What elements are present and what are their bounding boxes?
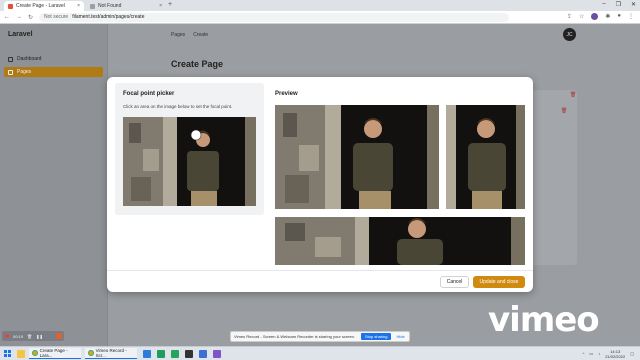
breadcrumb-pages[interactable]: Pages xyxy=(171,32,185,38)
minimize-button[interactable]: – xyxy=(602,1,605,8)
file-explorer-icon[interactable] xyxy=(17,349,25,358)
screen-share-bar: Vimeo Record - Screen & Webcam Recorder … xyxy=(230,331,410,342)
hide-button[interactable]: Hide xyxy=(396,334,404,339)
modal-footer-divider xyxy=(107,270,533,271)
vscode-icon[interactable] xyxy=(143,349,151,358)
new-tab-button[interactable]: + xyxy=(168,1,172,8)
preview-image-wide xyxy=(275,105,439,209)
chevron-up-icon[interactable]: ^ xyxy=(583,351,585,356)
forward-icon[interactable]: → xyxy=(16,14,22,20)
system-tray: ^ ▭ ♪ 14:13 21/02/2022 ▢ xyxy=(583,349,634,359)
not-secure-label[interactable]: Not secure xyxy=(44,14,68,20)
maximize-button[interactable]: ❐ xyxy=(616,1,621,8)
puzzle-icon[interactable]: ✱ xyxy=(605,13,610,20)
tab-title: Not Found xyxy=(98,3,122,9)
spreadsheet-icon[interactable] xyxy=(171,349,179,358)
pause-icon[interactable]: ❚❚ xyxy=(36,334,43,339)
close-tab-icon[interactable]: × xyxy=(77,3,80,9)
stop-sharing-button[interactable]: Stop sharing xyxy=(361,333,392,340)
reload-icon[interactable]: ↻ xyxy=(28,14,33,21)
tab-title: Create Page - Laravel xyxy=(16,3,65,9)
taskbar: Create Page - Lara... Vimeo Record - Scr… xyxy=(0,346,640,360)
star-icon[interactable]: ☆ xyxy=(579,13,584,20)
avatar[interactable]: JC xyxy=(563,28,576,41)
app-icon[interactable] xyxy=(213,349,221,358)
back-icon[interactable]: ← xyxy=(4,14,10,20)
stop-recording-icon[interactable] xyxy=(56,333,62,339)
url-text: filament.test/admin/pages/create xyxy=(72,14,145,20)
chrome-icon xyxy=(32,350,38,356)
terminal-icon[interactable] xyxy=(185,349,193,358)
trash-icon[interactable]: 🗑 xyxy=(561,108,567,114)
focal-point-modal: Focal point picker Click an area on the … xyxy=(107,77,533,292)
network-icon[interactable]: ▭ xyxy=(589,351,593,356)
trash-icon[interactable]: 🗑 xyxy=(27,334,32,339)
sidebar-item-label: Dashboard xyxy=(17,56,42,62)
trash-icon[interactable]: 🗑 xyxy=(570,92,576,98)
browser-tab-bar: Create Page - Laravel × Not Found × + – … xyxy=(0,0,640,11)
focal-point-image[interactable] xyxy=(123,117,256,206)
tab-create-page[interactable]: Create Page - Laravel × xyxy=(4,1,84,11)
picker-title: Focal point picker xyxy=(123,91,175,97)
preview-title: Preview xyxy=(275,91,298,97)
update-and-close-button[interactable]: Update and close xyxy=(473,276,525,288)
chrome-icon xyxy=(88,350,94,356)
vimeo-watermark: vimeo xyxy=(488,300,600,340)
address-bar: ← → ↻ Not secure filament.test/admin/pag… xyxy=(0,11,640,24)
picker-hint: Click an area on the image below to set … xyxy=(123,104,233,109)
preview-image-square xyxy=(446,105,525,209)
taskbar-app-label: Vimeo Record - Scr... xyxy=(95,348,127,358)
breadcrumb: Pages Create xyxy=(171,32,208,38)
sidebar-item-dashboard[interactable]: Dashboard xyxy=(4,54,103,64)
windows-start-icon[interactable] xyxy=(4,350,11,357)
taskbar-app-chrome[interactable]: Create Page - Lara... xyxy=(29,348,81,359)
extension-icon[interactable] xyxy=(591,13,599,20)
laravel-favicon-icon xyxy=(8,3,13,9)
sidebar-item-label: Pages xyxy=(17,69,32,75)
clock-date: 21/02/2022 xyxy=(605,353,626,359)
close-tab-icon[interactable]: × xyxy=(159,3,162,9)
url-input[interactable]: Not secure filament.test/admin/pages/cre… xyxy=(39,12,510,22)
share-message: Vimeo Record - Screen & Webcam Recorder … xyxy=(234,334,356,339)
home-icon xyxy=(8,56,13,62)
recorder-widget: 00:19 🗑 ❚❚ xyxy=(2,331,64,341)
sidebar: Laravel Dashboard Pages xyxy=(0,24,108,346)
record-dot-icon xyxy=(5,334,9,338)
brand-logo[interactable]: Laravel xyxy=(8,31,33,38)
document-icon xyxy=(8,69,13,75)
page-title: Create Page xyxy=(171,59,224,69)
menu-icon[interactable]: ⋮ xyxy=(628,13,634,20)
browser-toolbar-icons: ⇪ ☆ ✱ ● ⋮ xyxy=(567,13,634,20)
tab-not-found[interactable]: Not Found × xyxy=(86,1,166,11)
profile-icon[interactable]: ● xyxy=(617,13,621,20)
app-icon[interactable] xyxy=(157,349,165,358)
breadcrumb-create: Create xyxy=(193,32,209,38)
clock[interactable]: 14:13 21/02/2022 xyxy=(605,349,625,359)
app-icon[interactable] xyxy=(199,349,207,358)
sidebar-item-pages[interactable]: Pages xyxy=(4,67,103,77)
taskbar-app-label: Create Page - Lara... xyxy=(39,348,68,358)
window-controls: – ❐ ✕ xyxy=(602,1,636,8)
close-window-button[interactable]: ✕ xyxy=(631,1,636,8)
preview-image-banner xyxy=(275,217,525,265)
focal-point-marker[interactable] xyxy=(190,129,202,141)
cancel-button[interactable]: Cancel xyxy=(440,276,469,288)
volume-icon[interactable]: ♪ xyxy=(598,351,600,356)
page-favicon-icon xyxy=(90,3,95,9)
notification-icon[interactable]: ▢ xyxy=(630,351,634,356)
recording-time: 00:19 xyxy=(13,333,24,339)
share-icon[interactable]: ⇪ xyxy=(567,13,572,20)
taskbar-app-vimeo[interactable]: Vimeo Record - Scr... xyxy=(85,348,137,359)
